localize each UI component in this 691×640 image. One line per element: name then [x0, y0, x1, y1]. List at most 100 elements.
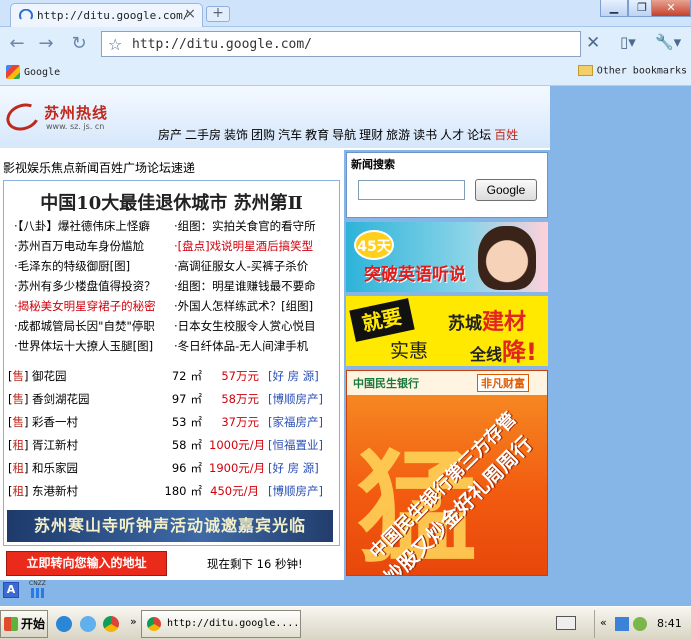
news-row: ·【八卦】爆社德伟床上怪癖 ·组图：实拍关食官的看守所: [14, 218, 334, 238]
listing-tag-label: 租: [12, 438, 25, 452]
ad-bank[interactable]: 中国民生银行 非凡财富 猛 中国民生银行第三方存管 炒股又炒金好礼周周行: [346, 370, 548, 576]
news-link[interactable]: ·成都城管局长因"自焚"停职: [14, 318, 155, 334]
listing-agent[interactable]: [博顺房产]: [268, 391, 323, 407]
news-link[interactable]: ·组图：实拍关食官的看守所: [174, 218, 316, 234]
news-link[interactable]: ·苏州百万电动车身份尴尬: [14, 238, 144, 254]
redirect-button[interactable]: 立即转向您输入的地址: [6, 551, 167, 576]
forward-button[interactable]: →: [35, 33, 57, 55]
nav-link[interactable]: 旅游: [386, 128, 410, 142]
browser-tab[interactable]: http://ditu.google.com/ ×: [10, 3, 203, 27]
site-logo[interactable]: 苏州热线 www. sz. js. cn: [2, 98, 116, 136]
chrome-icon[interactable]: [103, 616, 119, 632]
listing-tag-label: 租: [12, 484, 25, 498]
nav-link[interactable]: 导航: [332, 128, 356, 142]
address-bar[interactable]: ☆ http://ditu.google.com/: [101, 31, 581, 57]
tray-expand[interactable]: «: [600, 616, 607, 629]
ad-line2: 全线降!: [470, 338, 537, 366]
taskbar-chrome-window[interactable]: http://ditu.google....: [141, 610, 301, 638]
listing-area: 72 ㎡: [152, 368, 202, 384]
reload-button[interactable]: ↻: [68, 33, 90, 55]
update-icon[interactable]: [633, 617, 647, 631]
quicklaunch-more[interactable]: »: [130, 615, 137, 628]
news-link[interactable]: ·冬日纤体品-无人间津手机: [174, 338, 308, 354]
nav-link-highlight[interactable]: 百姓: [494, 128, 518, 142]
listing-agent[interactable]: [博顺房产]: [268, 483, 323, 499]
bookmark-star-icon[interactable]: ☆: [108, 35, 122, 54]
news-link[interactable]: ·苏州有多少楼盘值得投资？: [14, 278, 156, 294]
nav-link[interactable]: 房产: [158, 128, 182, 142]
listing-name[interactable]: 香剑湖花园: [32, 391, 90, 407]
nav-link[interactable]: 装饰: [224, 128, 248, 142]
nav-link[interactable]: 论坛: [467, 128, 491, 142]
ie-icon[interactable]: [80, 616, 96, 632]
search-button[interactable]: Google: [475, 179, 537, 201]
listing-area-unit: ㎡: [190, 484, 203, 498]
listing-row: [售] 香剑湖花园 97 ㎡ 58万元 [博顺房产]: [4, 391, 334, 414]
nav-link[interactable]: 读书: [413, 128, 437, 142]
promo-banner[interactable]: 苏州寒山寺听钟声活动诚邀嘉宾光临: [7, 510, 333, 542]
other-bookmarks[interactable]: Other bookmarks: [577, 65, 687, 77]
listing-name[interactable]: 胥江新村: [32, 437, 78, 453]
close-window-button[interactable]: ✕: [651, 0, 691, 17]
top-nav: 房产 二手房 装饰 团购 汽车 教育 导航 理财 旅游 读书 人才 论坛 百姓: [158, 126, 521, 143]
search-input[interactable]: [358, 180, 465, 200]
address-url[interactable]: http://ditu.google.com/: [132, 37, 312, 52]
start-button[interactable]: 开始: [0, 610, 48, 638]
listing-name[interactable]: 东港新村: [32, 483, 78, 499]
nav-link[interactable]: 二手房: [185, 128, 221, 142]
headline-link[interactable]: 中国10大最佳退休城市 苏州第Ⅱ: [4, 189, 339, 215]
network-icon[interactable]: [615, 617, 629, 631]
news-link[interactable]: ·毛泽东的特级御厨[图]: [14, 258, 130, 274]
nav-link[interactable]: 汽车: [278, 128, 302, 142]
listing-name[interactable]: 彩香一村: [32, 414, 78, 430]
taskbar: 开始 » http://ditu.google.... « 8:41: [0, 606, 691, 640]
nav-link[interactable]: 理财: [359, 128, 383, 142]
page-menu-icon[interactable]: ▯▾: [620, 33, 636, 51]
listing-tag: [租]: [8, 438, 29, 452]
listing-tag-label: 售: [12, 415, 25, 429]
news-row: ·世界体坛十大撩人玉腿[图] ·冬日纤体品-无人间津手机: [14, 338, 334, 358]
listing-name[interactable]: 御花园: [32, 368, 67, 384]
news-link[interactable]: ·组图：明星谁赚钱最不要命: [174, 278, 316, 294]
news-link[interactable]: ·高调征服女人-买裤子杀价: [174, 258, 308, 274]
news-row: ·苏州有多少楼盘值得投资？ ·组图：明星谁赚钱最不要命: [14, 278, 334, 298]
listing-area: 58 ㎡: [152, 437, 202, 453]
nav-link[interactable]: 团购: [251, 128, 275, 142]
bookmark-google[interactable]: Google: [6, 65, 60, 79]
new-tab-button[interactable]: +: [206, 6, 230, 22]
listing-row: [租] 和乐家园 96 ㎡ 1900元/月 [好 房 源]: [4, 460, 334, 483]
news-link[interactable]: ·[盘点]戏说明星酒后搞笑型: [174, 238, 313, 254]
back-button[interactable]: ←: [6, 33, 28, 55]
listing-agent[interactable]: [好 房 源]: [268, 368, 319, 384]
minimize-button[interactable]: ▁: [600, 0, 628, 17]
sub-nav[interactable]: 影视娱乐焦点新闻百姓广场论坛速递: [3, 159, 195, 176]
redirect-bar: 立即转向您输入的地址 现在剩下 16 秒钟!: [0, 546, 344, 580]
font-a-icon[interactable]: A: [3, 582, 19, 598]
stop-button[interactable]: ✕: [586, 33, 600, 53]
listing-area-value: 96: [171, 461, 187, 475]
ad-english-course[interactable]: 45天 突破英语听说: [346, 222, 548, 292]
listing-area-unit: ㎡: [190, 461, 203, 475]
wrench-icon[interactable]: 🔧▾: [655, 33, 681, 51]
news-link[interactable]: ·外国人怎样练武术？[组图]: [174, 298, 313, 314]
show-desktop-icon[interactable]: [56, 616, 72, 632]
windows-flag-icon: [4, 617, 18, 631]
listing-agent[interactable]: [恒福置业]: [268, 437, 323, 453]
listing-area: 97 ㎡: [152, 391, 202, 407]
listing-name[interactable]: 和乐家园: [32, 460, 78, 476]
nav-link[interactable]: 教育: [305, 128, 329, 142]
listing-agent[interactable]: [家福房产]: [268, 414, 323, 430]
news-link[interactable]: ·揭秘美女明星穿裙子的秘密: [14, 298, 156, 314]
tab-strip: http://ditu.google.com/ × + ▁ ❐ ✕: [0, 0, 691, 27]
keyboard-icon[interactable]: [556, 616, 576, 630]
tab-close-icon[interactable]: ×: [184, 6, 196, 22]
nav-link[interactable]: 人才: [440, 128, 464, 142]
news-link[interactable]: ·世界体坛十大撩人玉腿[图]: [14, 338, 153, 354]
news-link[interactable]: ·日本女生校服令人赏心悦目: [174, 318, 316, 334]
listing-price: 450元/月: [210, 484, 259, 498]
ad-building-materials[interactable]: 就要 实惠 苏城建材 全线降!: [346, 296, 548, 366]
cnzz-stats-icon[interactable]: CNZZ: [29, 580, 47, 598]
listing-agent[interactable]: [好 房 源]: [268, 460, 319, 476]
news-link[interactable]: ·【八卦】爆社德伟床上怪癖: [14, 218, 150, 234]
news-search: 新闻搜索 Google: [346, 152, 548, 218]
